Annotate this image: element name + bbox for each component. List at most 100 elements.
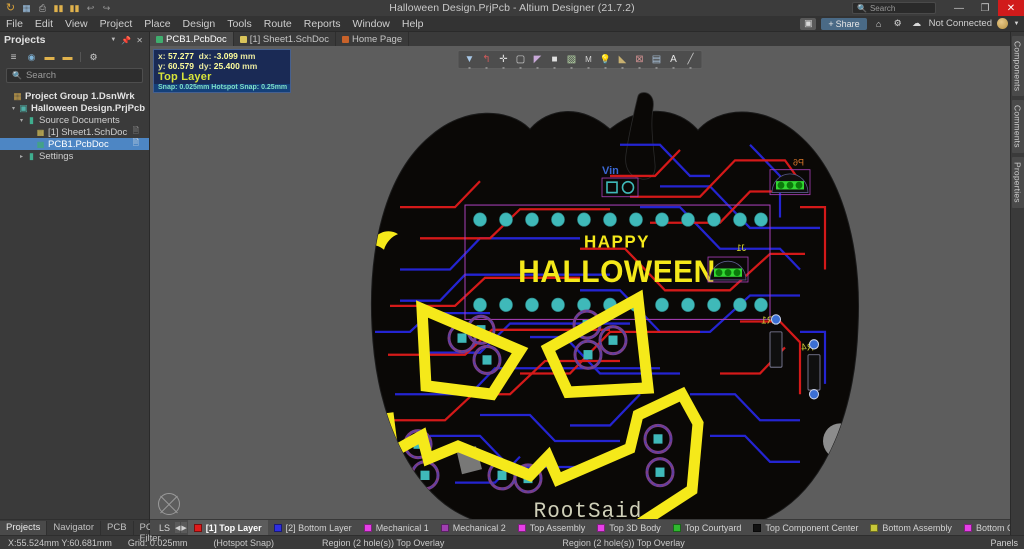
tree-arrow[interactable]: ▾ (17, 117, 26, 124)
menu-edit[interactable]: Edit (29, 16, 59, 32)
projects-panel-header: Projects ▼ 📌 ✕ (0, 32, 149, 48)
layer-tab-mechanical-1[interactable]: Mechanical 1 (358, 520, 435, 536)
menu-window[interactable]: Window (347, 16, 396, 32)
layer-tab-top-layer[interactable]: [1] Top Layer (188, 520, 268, 536)
restore-button[interactable]: ❐ (972, 0, 998, 16)
compile-icon[interactable]: ◉ (26, 52, 37, 63)
schematic-icon: ▦ (35, 128, 46, 137)
gear-icon[interactable]: ⚙ (891, 18, 905, 30)
tree-item-project[interactable]: ▾ ▣ Halloween Design.PrjPcb (0, 102, 149, 114)
projects-panel: Projects ▼ 📌 ✕ ≡ ◉ ▬ ▬ ⚙ 🔍 Search (0, 32, 150, 535)
layer-tab-bottom-courtyard[interactable]: Bottom Courtyard (958, 520, 1010, 536)
home-icon[interactable]: ⌂ (872, 18, 886, 30)
save-project-icon[interactable]: ▬ (62, 52, 73, 63)
layer-tab-label: Mechanical 2 (453, 523, 506, 533)
layer-color-swatch (194, 524, 202, 532)
undo-history-icon[interactable]: ↻ (4, 2, 17, 15)
doc-tab-home-page[interactable]: Home Page (336, 32, 409, 46)
projects-panel-tabs: Projects Navigator PCB PCB Filter (0, 519, 149, 535)
main-area: Projects ▼ 📌 ✕ ≡ ◉ ▬ ▬ ⚙ 🔍 Search (0, 32, 1024, 535)
menu-help[interactable]: Help (396, 16, 430, 32)
doc-tab-sheet1[interactable]: [1] Sheet1.SchDoc (234, 32, 336, 46)
avatar[interactable] (997, 18, 1008, 29)
menu-design[interactable]: Design (177, 16, 222, 32)
home-icon (342, 36, 349, 43)
folder-icon: ▮ (26, 115, 37, 126)
sch-doc-icon (240, 36, 247, 43)
global-search-input[interactable]: 🔍 Search (852, 2, 936, 14)
layer-tab-bottom-layer[interactable]: [2] Bottom Layer (268, 520, 358, 536)
tab-projects[interactable]: Projects (0, 521, 47, 535)
menu-file[interactable]: File (0, 16, 29, 32)
pcb-doc-icon (156, 36, 163, 43)
panels-button[interactable]: Panels (984, 538, 1024, 548)
tree-item-label: PCB1.PcbDoc (48, 139, 109, 150)
doc-tab-label: PCB1.PcbDoc (166, 34, 227, 45)
print-icon[interactable]: ⎙ (36, 2, 49, 15)
layer-tab-top-courtyard[interactable]: Top Courtyard (667, 520, 748, 536)
layer-tab-bottom-assembly[interactable]: Bottom Assembly (864, 520, 958, 536)
layer-tab-label: Top Component Center (765, 523, 858, 533)
layer-tab-bar[interactable]: LS ◀ ▶ [1] Top Layer [2] Bottom Layer Me… (150, 519, 1010, 535)
tree-item-settings[interactable]: ▸ ▮ Settings (0, 150, 149, 162)
pcb-canvas[interactable]: HAPPY HALLOWEEN C3 (150, 46, 1010, 519)
layer-tab-label: Bottom Assembly (882, 523, 952, 533)
layer-color-swatch (441, 524, 449, 532)
close-icon[interactable]: ✕ (136, 36, 143, 45)
layer-tab-label: Bottom Courtyard (976, 523, 1010, 533)
layer-prev-button[interactable]: ◀ (175, 522, 180, 533)
tab-pcb[interactable]: PCB (101, 521, 134, 535)
project-options-gear-icon[interactable]: ⚙ (88, 52, 99, 63)
tree-item-workspace[interactable]: ▦ Project Group 1.DsnWrk (0, 90, 149, 102)
doc-tab-pcb1[interactable]: PCB1.PcbDoc (150, 32, 234, 46)
dock-tab-comments[interactable]: Comments (1012, 100, 1024, 153)
save-icon[interactable]: ▦ (20, 2, 33, 15)
svg-text:P6: P6 (793, 157, 804, 167)
menu-tools[interactable]: Tools (221, 16, 258, 32)
menu-view[interactable]: View (59, 16, 94, 32)
tree-item-pcb1-pcbdoc[interactable]: ▦ PCB1.PcbDoc 🗎 (0, 138, 149, 150)
dock-tab-properties[interactable]: Properties (1012, 157, 1024, 208)
page-title: Projects (4, 34, 45, 46)
tree-arrow[interactable]: ▾ (9, 105, 18, 112)
layer-color-swatch (518, 524, 526, 532)
connection-status[interactable]: Not Connected (929, 18, 992, 29)
tab-navigator[interactable]: Navigator (47, 521, 101, 535)
search-input[interactable]: 🔍 Search (6, 68, 143, 83)
close-button[interactable]: ✕ (998, 0, 1024, 16)
tree-item-sheet1-schdoc[interactable]: ▦ [1] Sheet1.SchDoc 🗎 (0, 126, 149, 138)
share-button[interactable]: + Share (821, 18, 866, 30)
layer-tab-top-component-center[interactable]: Top Component Center (747, 520, 864, 536)
dock-tab-components[interactable]: Components (1012, 36, 1024, 96)
menu-route[interactable]: Route (258, 16, 298, 32)
tree-item-label: Halloween Design.PrjPcb (31, 103, 145, 114)
search-placeholder: Search (26, 70, 56, 81)
status-selection-center: Region (2 hole(s)) Top Overlay (452, 538, 692, 548)
quick-access-toolbar[interactable]: ↻ ▦ ⎙ ▮▮ ▮▮ ↩ ↪ (0, 2, 113, 15)
chevron-down-icon[interactable]: ▼ (1013, 18, 1020, 30)
layer-next-button[interactable]: ▶ (181, 522, 186, 533)
notifications-icon[interactable]: ▣ (800, 18, 816, 30)
projects-panel-toolbar[interactable]: ≡ ◉ ▬ ▬ ⚙ (0, 48, 149, 66)
redo-icon[interactable]: ↪ (100, 2, 113, 15)
minimize-button[interactable]: — (946, 0, 972, 16)
menu-reports[interactable]: Reports (298, 16, 347, 32)
tree-arrow[interactable]: ▸ (17, 153, 26, 160)
layer-tab-top-assembly[interactable]: Top Assembly (512, 520, 592, 536)
chevron-down-icon[interactable]: ▼ (110, 37, 116, 43)
open-project-icon[interactable]: ▬ (44, 52, 55, 63)
tree-item-source-documents[interactable]: ▾ ▮ Source Documents (0, 114, 149, 126)
svg-text:J1: J1 (737, 243, 746, 253)
search-placeholder: Search (870, 4, 895, 13)
menu-project[interactable]: Project (94, 16, 139, 32)
pin-icon[interactable]: 📌 (121, 36, 131, 45)
status-selection-left: Region (2 hole(s)) Top Overlay (282, 538, 452, 548)
menu-place[interactable]: Place (138, 16, 176, 32)
tree-item-label: Settings (39, 151, 73, 162)
open-project-icon[interactable]: ▮▮ (52, 2, 65, 15)
panel-list-icon[interactable]: ≡ (8, 52, 19, 63)
layer-tab-top-3d-body[interactable]: Top 3D Body (591, 520, 667, 536)
open-document-icon[interactable]: ▮▮ (68, 2, 81, 15)
layer-tab-mechanical-2[interactable]: Mechanical 2 (435, 520, 512, 536)
undo-icon[interactable]: ↩ (84, 2, 97, 15)
